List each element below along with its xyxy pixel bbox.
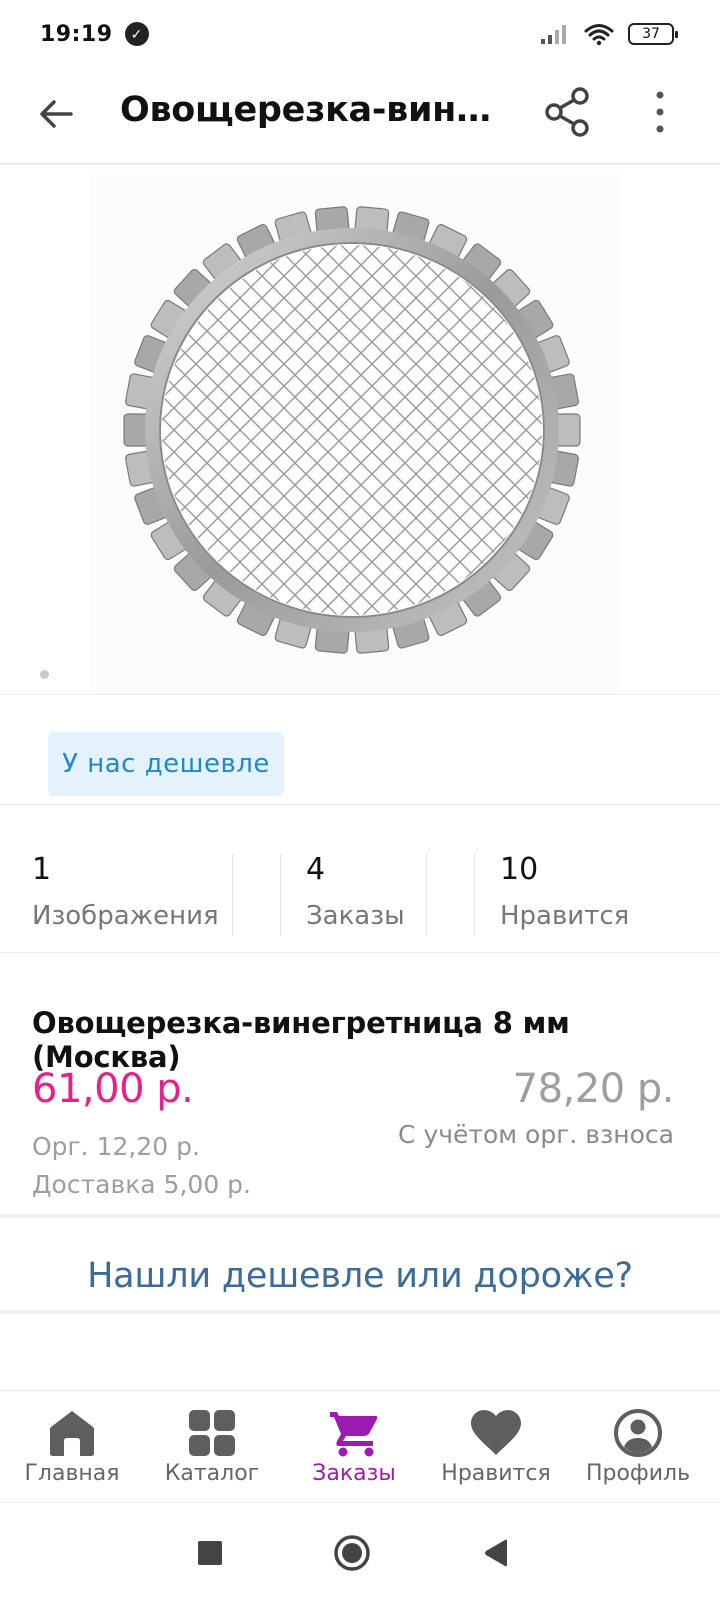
status-bar: 19:19 ✓ 37	[0, 0, 720, 68]
nav-favorites[interactable]: Нравится	[424, 1391, 568, 1503]
stat-orders[interactable]: 4 Заказы	[306, 852, 405, 931]
stat-separator	[426, 854, 427, 936]
org-fee: Орг. 12,20 р.	[32, 1132, 200, 1161]
signal-icon	[541, 25, 566, 44]
stat-label: Нравится	[500, 901, 630, 931]
wifi-icon	[584, 24, 614, 46]
more-vertical-icon	[656, 91, 664, 133]
circle-home-icon	[334, 1535, 370, 1571]
stats-row: 1 Изображения 4 Заказы 10 Нравится	[0, 852, 720, 938]
stat-value: 1	[32, 852, 52, 887]
stat-separator	[232, 854, 233, 936]
product-price: 61,00 р.	[32, 1066, 194, 1112]
grid-icon	[189, 1410, 235, 1456]
nav-profile[interactable]: Профиль	[566, 1391, 710, 1503]
check-circle-icon: ✓	[124, 22, 149, 46]
status-time: 19:19	[40, 21, 113, 47]
divider	[0, 1214, 720, 1218]
stat-value: 10	[500, 852, 539, 887]
share-icon	[545, 87, 589, 137]
nav-home[interactable]: Главная	[0, 1391, 144, 1503]
price-total-note: С учётом орг. взноса	[398, 1120, 674, 1149]
battery-level: 37	[642, 26, 660, 42]
nav-label: Профиль	[585, 1461, 691, 1486]
recent-apps-button[interactable]	[186, 1529, 234, 1577]
profile-icon	[614, 1409, 662, 1457]
arrow-left-icon	[40, 100, 73, 128]
stat-label: Изображения	[32, 901, 219, 931]
share-button[interactable]	[540, 84, 596, 140]
back-system-button[interactable]	[472, 1529, 520, 1577]
product-photo	[90, 175, 620, 695]
nav-label: Заказы	[312, 1461, 396, 1486]
nav-label: Главная	[24, 1461, 120, 1486]
divider	[0, 952, 720, 953]
more-menu-button[interactable]	[640, 84, 680, 140]
divider	[0, 694, 720, 695]
stat-separator	[474, 854, 475, 936]
app-bar: Овощерезка-винег...	[0, 68, 720, 164]
nav-orders[interactable]: Заказы	[282, 1391, 426, 1503]
cart-icon	[330, 1412, 378, 1457]
back-button[interactable]	[30, 88, 82, 140]
stat-images[interactable]: 1 Изображения	[32, 852, 219, 931]
divider	[0, 804, 720, 805]
found-cheaper-link[interactable]: Нашли дешевле или дороже?	[0, 1240, 720, 1312]
bottom-navigation: Главная Каталог Заказы Нравится Профиль	[0, 1390, 720, 1502]
stat-separator	[280, 854, 281, 936]
product-name: Овощерезка-винегретница 8 мм (Москва)	[32, 1006, 570, 1074]
home-icon	[50, 1411, 94, 1456]
delivery-fee: Доставка 5,00 р.	[32, 1170, 251, 1199]
nav-catalog[interactable]: Каталог	[140, 1391, 284, 1503]
stat-likes[interactable]: 10 Нравится	[500, 852, 629, 931]
triangle-back-icon	[485, 1539, 507, 1567]
heart-icon	[471, 1410, 521, 1455]
nav-label: Нравится	[441, 1461, 551, 1486]
home-system-button[interactable]	[328, 1529, 376, 1577]
stat-label: Заказы	[306, 901, 405, 931]
carousel-dot[interactable]	[40, 670, 49, 679]
product-image[interactable]	[0, 165, 720, 695]
status-icons: 37	[540, 22, 678, 46]
page-title: Овощерезка-винег...	[120, 90, 510, 130]
divider	[0, 1310, 720, 1314]
stat-value: 4	[306, 852, 326, 887]
system-navigation-bar	[0, 1502, 720, 1600]
nav-label: Каталог	[164, 1461, 260, 1486]
product-price-total: 78,20 р.	[512, 1066, 675, 1112]
battery-indicator: 37	[628, 23, 678, 45]
cheaper-badge[interactable]: У нас дешевле	[48, 732, 284, 796]
square-icon	[198, 1541, 222, 1565]
